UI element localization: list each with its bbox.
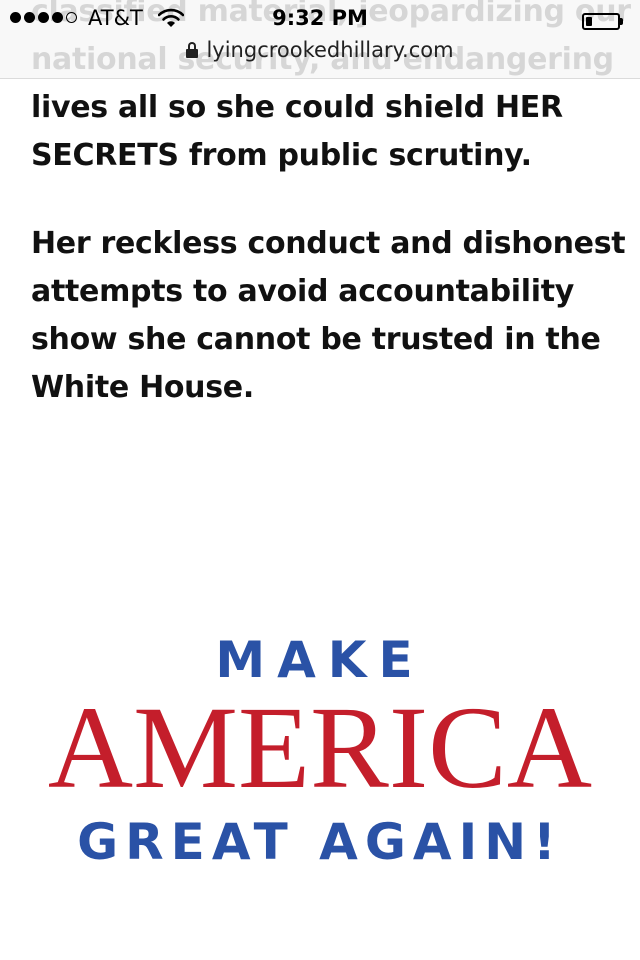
logo-line-america: AMERICA xyxy=(47,682,593,813)
battery-icon xyxy=(582,13,620,30)
status-bar: AT&T 9:32 PM xyxy=(0,4,640,36)
browser-top-bar: AT&T 9:32 PM lyingcrookedhillary.com xyxy=(0,0,640,79)
address-bar[interactable]: lyingcrookedhillary.com xyxy=(0,38,640,68)
status-time: 9:32 PM xyxy=(272,6,368,30)
lock-icon xyxy=(186,42,199,58)
logo-line-make: MAKE xyxy=(215,631,425,689)
url-text[interactable]: lyingcrookedhillary.com xyxy=(206,38,453,62)
battery-terminal xyxy=(620,18,623,25)
article-paragraph-2: Her reckless conduct and dishonest attem… xyxy=(31,226,626,405)
battery-level-fill xyxy=(586,17,592,26)
logo-line-great-again: GREAT AGAIN! xyxy=(77,813,563,871)
